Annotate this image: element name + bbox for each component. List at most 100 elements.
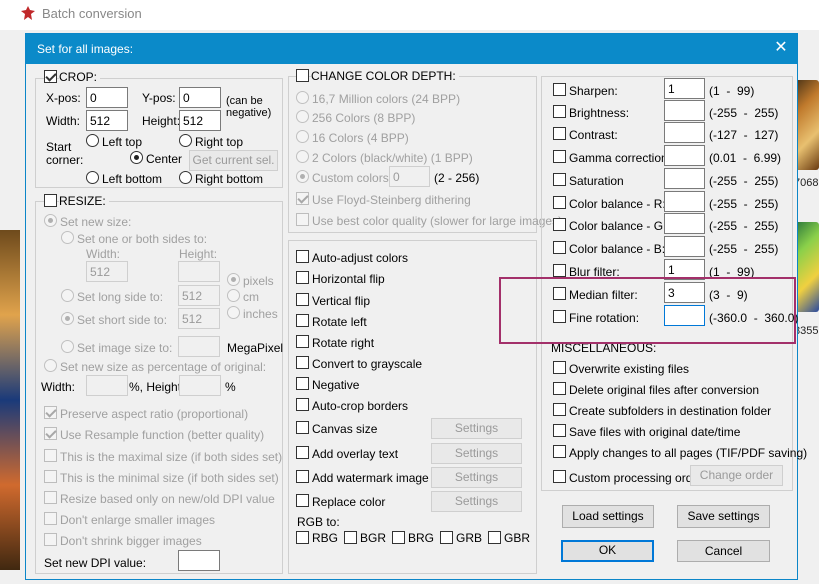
percentage-radio[interactable] xyxy=(44,359,57,372)
color-balance-r-input[interactable] xyxy=(664,191,705,212)
resize-width-input[interactable] xyxy=(86,261,128,282)
watermark-settings-button[interactable]: Settings xyxy=(431,467,522,488)
saturation-input[interactable] xyxy=(664,168,705,189)
overlay-text-checkbox[interactable] xyxy=(296,446,309,459)
blur-filter-checkbox[interactable] xyxy=(553,264,566,277)
color-balance-b-input[interactable] xyxy=(664,236,705,257)
color-24bpp-radio[interactable] xyxy=(296,91,309,104)
rotate-left-checkbox[interactable] xyxy=(296,314,309,327)
long-side-radio[interactable] xyxy=(61,289,74,302)
one-or-both-radio[interactable] xyxy=(61,231,74,244)
create-subfolders-checkbox[interactable] xyxy=(553,403,566,416)
resize-height-input[interactable] xyxy=(178,261,220,282)
replace-color-label: Replace color xyxy=(312,495,386,509)
rgb-rbg-checkbox[interactable] xyxy=(296,531,309,544)
color-balance-g-checkbox[interactable] xyxy=(553,218,566,231)
sharpen-input[interactable] xyxy=(664,78,705,99)
original-date-checkbox[interactable] xyxy=(553,424,566,437)
long-side-input[interactable] xyxy=(178,285,220,306)
load-settings-button[interactable]: Load settings xyxy=(562,505,654,528)
replace-color-checkbox[interactable] xyxy=(296,494,309,507)
saturation-checkbox[interactable] xyxy=(553,173,566,186)
image-size-radio[interactable] xyxy=(61,340,74,353)
set-new-size-radio[interactable] xyxy=(44,214,57,227)
floyd-checkbox[interactable] xyxy=(296,192,309,205)
rgb-grb-checkbox[interactable] xyxy=(440,531,453,544)
save-settings-button[interactable]: Save settings xyxy=(677,505,770,528)
center-radio[interactable] xyxy=(130,151,143,164)
dpi-input[interactable] xyxy=(178,550,220,571)
replace-color-settings-button[interactable]: Settings xyxy=(431,491,522,512)
brightness-input[interactable] xyxy=(664,100,705,121)
color-1bpp-radio[interactable] xyxy=(296,150,309,163)
right-bottom-radio[interactable] xyxy=(179,171,192,184)
cancel-button[interactable]: Cancel xyxy=(677,540,770,562)
crop-checkbox[interactable] xyxy=(44,70,57,83)
maximal-size-checkbox[interactable] xyxy=(44,449,57,462)
change-order-button[interactable]: Change order xyxy=(690,465,783,486)
resize-checkbox[interactable] xyxy=(44,194,57,207)
ok-button[interactable]: OK xyxy=(561,540,654,562)
rgb-brg-checkbox[interactable] xyxy=(392,531,405,544)
preserve-aspect-checkbox[interactable] xyxy=(44,406,57,419)
color-balance-g-input[interactable] xyxy=(664,213,705,234)
pct-height-input[interactable] xyxy=(179,375,221,396)
ypos-input[interactable] xyxy=(179,87,221,108)
color-balance-b-checkbox[interactable] xyxy=(553,241,566,254)
short-side-radio[interactable] xyxy=(61,312,74,325)
crop-width-input[interactable] xyxy=(86,110,128,131)
overlay-settings-button[interactable]: Settings xyxy=(431,443,522,464)
rgb-gbr-checkbox[interactable] xyxy=(488,531,501,544)
brightness-checkbox[interactable] xyxy=(553,105,566,118)
color-depth-checkbox[interactable] xyxy=(296,69,309,82)
xpos-input[interactable] xyxy=(86,87,128,108)
custom-colors-radio[interactable] xyxy=(296,170,309,183)
color-balance-r-checkbox[interactable] xyxy=(553,196,566,209)
close-icon[interactable]: ✕ xyxy=(771,38,791,58)
custom-colors-input[interactable] xyxy=(389,166,430,187)
auto-adjust-checkbox[interactable] xyxy=(296,250,309,263)
color-8bpp-radio[interactable] xyxy=(296,110,309,123)
image-size-input[interactable] xyxy=(178,336,220,357)
contrast-checkbox[interactable] xyxy=(553,127,566,140)
dont-enlarge-checkbox[interactable] xyxy=(44,512,57,525)
horizontal-flip-checkbox[interactable] xyxy=(296,271,309,284)
inches-radio[interactable] xyxy=(227,306,240,319)
right-top-label: Right top xyxy=(195,135,244,149)
watermark-checkbox[interactable] xyxy=(296,470,309,483)
dont-shrink-checkbox[interactable] xyxy=(44,533,57,546)
auto-crop-checkbox[interactable] xyxy=(296,398,309,411)
dont-enlarge-label: Don't enlarge smaller images xyxy=(60,513,216,527)
resample-checkbox[interactable] xyxy=(44,427,57,440)
short-side-input[interactable] xyxy=(178,308,220,329)
sharpen-checkbox[interactable] xyxy=(553,83,566,96)
rotate-right-checkbox[interactable] xyxy=(296,335,309,348)
all-pages-checkbox[interactable] xyxy=(553,445,566,458)
pct-width-input[interactable] xyxy=(86,375,128,396)
color-4bpp-radio[interactable] xyxy=(296,130,309,143)
canvas-settings-button[interactable]: Settings xyxy=(431,418,522,439)
auto-crop-label: Auto-crop borders xyxy=(312,399,409,413)
canvas-size-checkbox[interactable] xyxy=(296,421,309,434)
delete-original-checkbox[interactable] xyxy=(553,382,566,395)
gamma-correction-checkbox[interactable] xyxy=(553,150,566,163)
grayscale-checkbox[interactable] xyxy=(296,356,309,369)
left-bottom-radio[interactable] xyxy=(86,171,99,184)
cm-radio[interactable] xyxy=(227,289,240,302)
right-top-radio[interactable] xyxy=(179,134,192,147)
best-quality-checkbox[interactable] xyxy=(296,213,309,226)
overwrite-checkbox[interactable] xyxy=(553,361,566,374)
negative-checkbox[interactable] xyxy=(296,377,309,390)
highlight-box xyxy=(499,277,796,344)
custom-order-checkbox[interactable] xyxy=(553,470,566,483)
minimal-size-checkbox[interactable] xyxy=(44,470,57,483)
crop-height-input[interactable] xyxy=(179,110,221,131)
dpi-resize-checkbox[interactable] xyxy=(44,491,57,504)
contrast-input[interactable] xyxy=(664,122,705,143)
get-current-sel-button[interactable]: Get current sel. xyxy=(189,150,278,171)
rgb-bgr-checkbox[interactable] xyxy=(344,531,357,544)
pixels-radio[interactable] xyxy=(227,273,240,286)
left-top-radio[interactable] xyxy=(86,134,99,147)
vertical-flip-checkbox[interactable] xyxy=(296,293,309,306)
gamma-correction-input[interactable] xyxy=(664,145,705,166)
